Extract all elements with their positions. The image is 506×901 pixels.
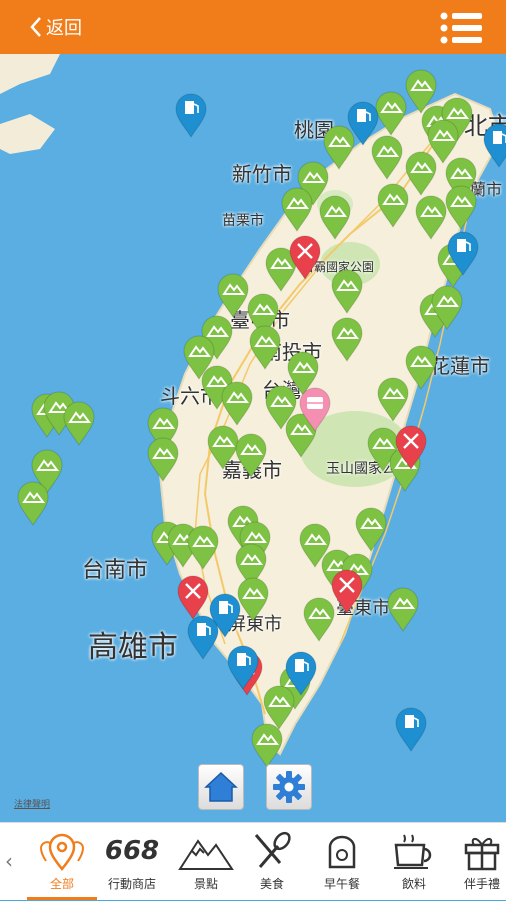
attraction-marker-icon[interactable] — [146, 436, 180, 482]
fuel-marker-icon[interactable] — [284, 650, 318, 696]
location-pins-icon — [39, 833, 85, 871]
fuel-marker-icon[interactable] — [394, 706, 428, 752]
settings-button[interactable] — [266, 764, 312, 810]
fuel-marker-icon[interactable] — [174, 92, 208, 138]
attraction-marker-icon[interactable] — [280, 186, 314, 232]
category-mobile-store-label: 行動商店 — [107, 877, 156, 891]
scroll-left-chevron-icon[interactable]: ‹ — [5, 849, 13, 873]
attraction-marker-icon[interactable] — [186, 524, 220, 570]
category-bar: ‹ 全部 668 行動商店 景點 美食 早午餐 飲料 伴手禮 — [0, 822, 506, 900]
category-all-label: 全部 — [49, 877, 74, 891]
attraction-marker-icon[interactable] — [330, 316, 364, 362]
map-label-hsinchu: 新竹市 — [232, 162, 292, 186]
attraction-marker-icon[interactable] — [444, 184, 478, 230]
gear-icon — [273, 771, 305, 803]
map-view[interactable]: 桃園 台北市 新竹市 宜蘭市 苗栗市 雪霸國家公園 臺中市 南投市 花蓮市 斗六… — [0, 54, 506, 822]
fuel-marker-icon[interactable] — [186, 614, 220, 660]
attraction-marker-icon[interactable] — [248, 324, 282, 370]
chevron-left-icon — [30, 17, 41, 37]
map-label-kaohsiung: 高雄市 — [88, 630, 178, 665]
hotel-marker-icon[interactable] — [298, 386, 332, 432]
attraction-marker-icon[interactable] — [250, 722, 284, 768]
category-brunch[interactable]: 早午餐 — [308, 823, 376, 901]
category-food-label: 美食 — [259, 877, 284, 891]
home-icon — [204, 771, 238, 802]
category-mobile-store[interactable]: 668 行動商店 — [98, 823, 166, 901]
attraction-marker-icon[interactable] — [216, 272, 250, 318]
back-button[interactable]: 返回 — [30, 13, 82, 41]
gift-box-icon — [464, 838, 500, 871]
food-marker-icon[interactable] — [330, 568, 364, 614]
category-attractions[interactable]: 景點 — [172, 823, 240, 901]
top-bar: 返回 — [0, 0, 506, 54]
fuel-marker-icon[interactable] — [226, 644, 260, 690]
food-marker-icon[interactable] — [394, 424, 428, 470]
category-drinks-label: 飲料 — [401, 877, 426, 891]
food-marker-icon[interactable] — [288, 234, 322, 280]
fuel-marker-icon[interactable] — [482, 122, 506, 168]
legal-link[interactable]: 法律聲明 — [14, 797, 50, 810]
attraction-marker-icon[interactable] — [62, 400, 96, 446]
category-brunch-label: 早午餐 — [323, 877, 360, 891]
fuel-marker-icon[interactable] — [346, 100, 380, 146]
mountain-icon — [178, 839, 234, 870]
toast-icon — [328, 835, 356, 869]
home-button[interactable] — [198, 764, 244, 810]
category-food[interactable]: 美食 — [238, 823, 306, 901]
list-menu-icon[interactable] — [440, 11, 482, 45]
attraction-marker-icon[interactable] — [376, 182, 410, 228]
attraction-marker-icon[interactable] — [376, 376, 410, 422]
map-label-hualien: 花蓮市 — [430, 354, 490, 378]
back-label: 返回 — [46, 18, 82, 39]
attraction-marker-icon[interactable] — [430, 284, 464, 330]
category-souvenirs-label: 伴手禮 — [463, 877, 500, 891]
668-logo-icon: 668 — [104, 836, 160, 866]
category-drinks[interactable]: 飲料 — [380, 823, 448, 901]
attraction-marker-icon[interactable] — [234, 432, 268, 478]
category-all[interactable]: 全部 — [28, 823, 96, 901]
map-label-miaoli: 苗栗市 — [222, 213, 264, 229]
attraction-marker-icon[interactable] — [16, 480, 50, 526]
attraction-marker-icon[interactable] — [354, 506, 388, 552]
coffee-cup-icon — [394, 834, 432, 869]
category-souvenirs[interactable]: 伴手禮 — [452, 823, 506, 901]
attraction-marker-icon[interactable] — [318, 194, 352, 240]
map-label-tainan: 台南市 — [82, 558, 149, 583]
fuel-marker-icon[interactable] — [446, 230, 480, 276]
attraction-marker-icon[interactable] — [330, 268, 364, 314]
category-attractions-label: 景點 — [193, 877, 218, 891]
fork-spoon-icon — [254, 831, 291, 868]
attraction-marker-icon[interactable] — [220, 380, 254, 426]
attraction-marker-icon[interactable] — [414, 194, 448, 240]
attraction-marker-icon[interactable] — [386, 586, 420, 632]
